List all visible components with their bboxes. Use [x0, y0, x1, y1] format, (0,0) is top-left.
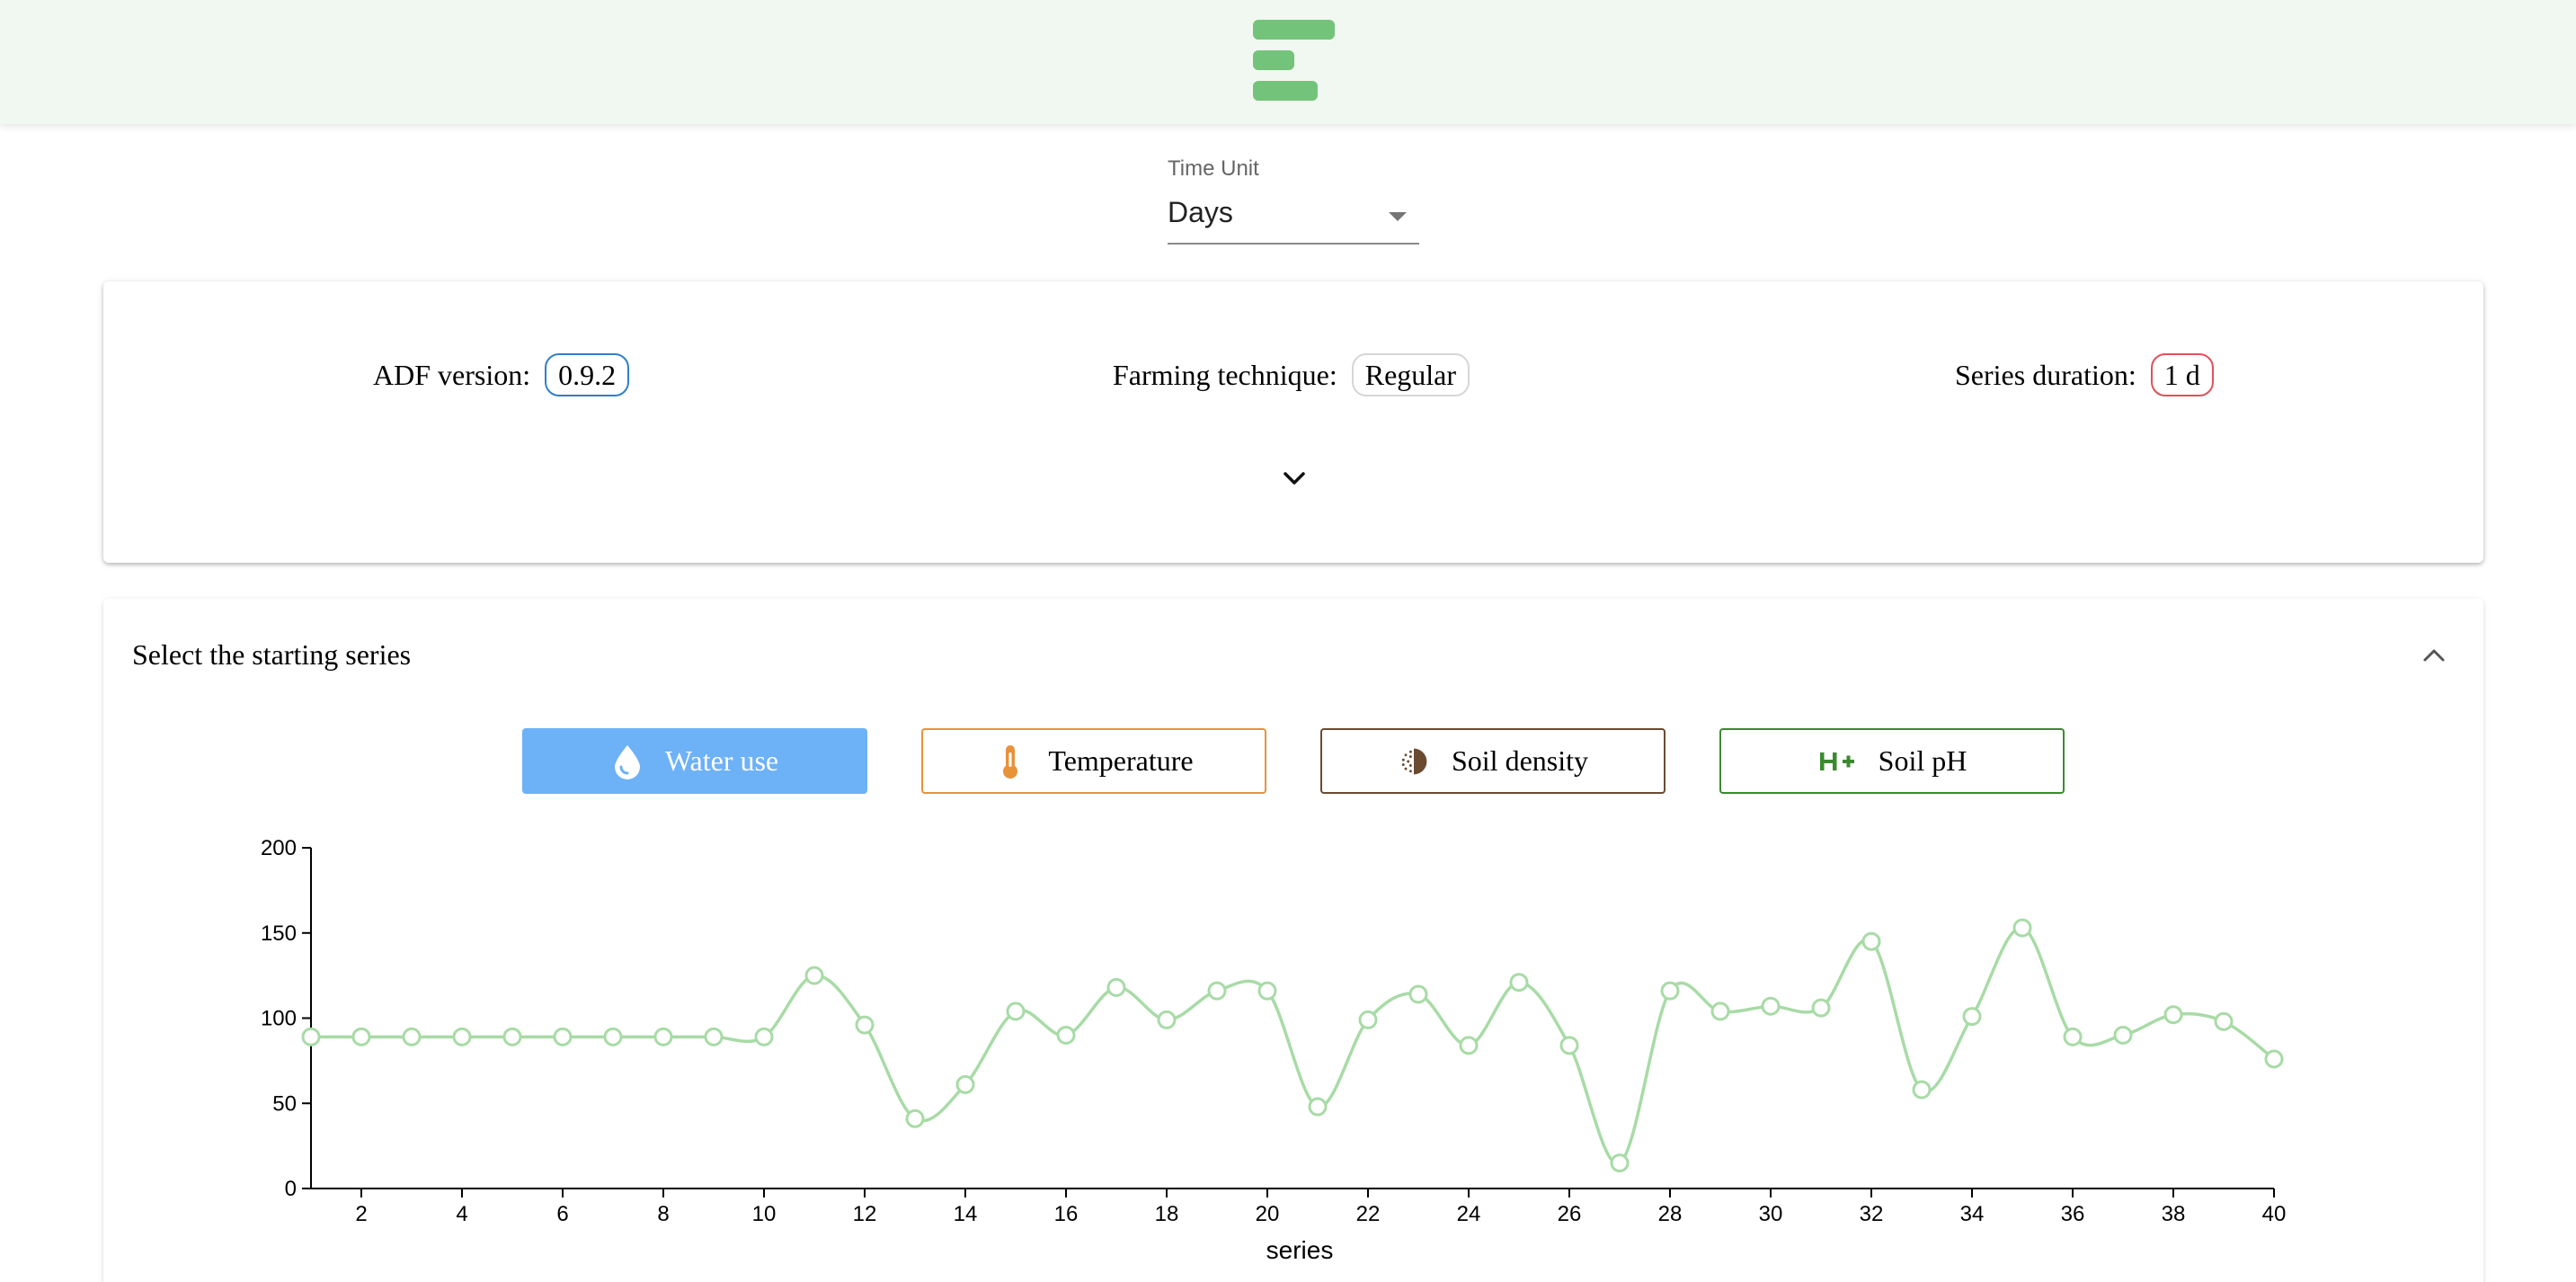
time-unit-value[interactable]: Days: [1168, 196, 1233, 229]
thermometer-icon: [994, 743, 1026, 779]
series-duration-chip: 1 d: [2150, 353, 2214, 396]
logo-bar: [1253, 20, 1335, 40]
ph-icon: [1817, 743, 1857, 779]
logo-bar: [1253, 81, 1318, 101]
soil-density-button[interactable]: Soil density: [1320, 728, 1666, 794]
chevron-down-icon[interactable]: [1281, 465, 1308, 492]
series-info-card: ADF version: 0.9.2 Farming technique: Re…: [103, 281, 2483, 563]
adf-version-chip: 0.9.2: [545, 353, 630, 396]
water-use-label: Water use: [664, 744, 779, 777]
chevron-up-icon[interactable]: [2421, 642, 2447, 669]
soil-density-label: Soil density: [1451, 744, 1588, 777]
dropdown-arrow-icon[interactable]: [1389, 212, 1407, 221]
starting-series-panel: Select the starting series Water use Tem…: [103, 599, 2483, 1282]
water-drop-icon: [611, 743, 644, 779]
soil-density-icon: [1398, 743, 1430, 779]
farming-technique-chip: Regular: [1351, 353, 1470, 396]
water-use-button[interactable]: Water use: [522, 728, 867, 794]
temperature-button[interactable]: Temperature: [921, 728, 1266, 794]
logo-bar: [1253, 50, 1294, 70]
adf-version: ADF version: 0.9.2: [373, 353, 630, 396]
farming-technique: Farming technique: Regular: [1113, 353, 1470, 396]
time-unit-label: Time Unit: [1168, 156, 1259, 181]
adf-version-label: ADF version:: [373, 358, 531, 391]
soil-ph-label: Soil pH: [1878, 744, 1968, 777]
select-underline: [1168, 243, 1419, 245]
time-unit-select[interactable]: Time Unit Days: [1168, 155, 1419, 245]
app-logo[interactable]: [1253, 20, 1336, 102]
soil-ph-button[interactable]: Soil pH: [1719, 728, 2065, 794]
farming-technique-label: Farming technique:: [1113, 358, 1337, 391]
top-bar: [0, 0, 2576, 124]
section-title: Select the starting series: [132, 638, 412, 671]
series-duration-label: Series duration:: [1955, 358, 2136, 391]
series-duration: Series duration: 1 d: [1955, 353, 2214, 396]
temperature-label: Temperature: [1048, 744, 1194, 777]
